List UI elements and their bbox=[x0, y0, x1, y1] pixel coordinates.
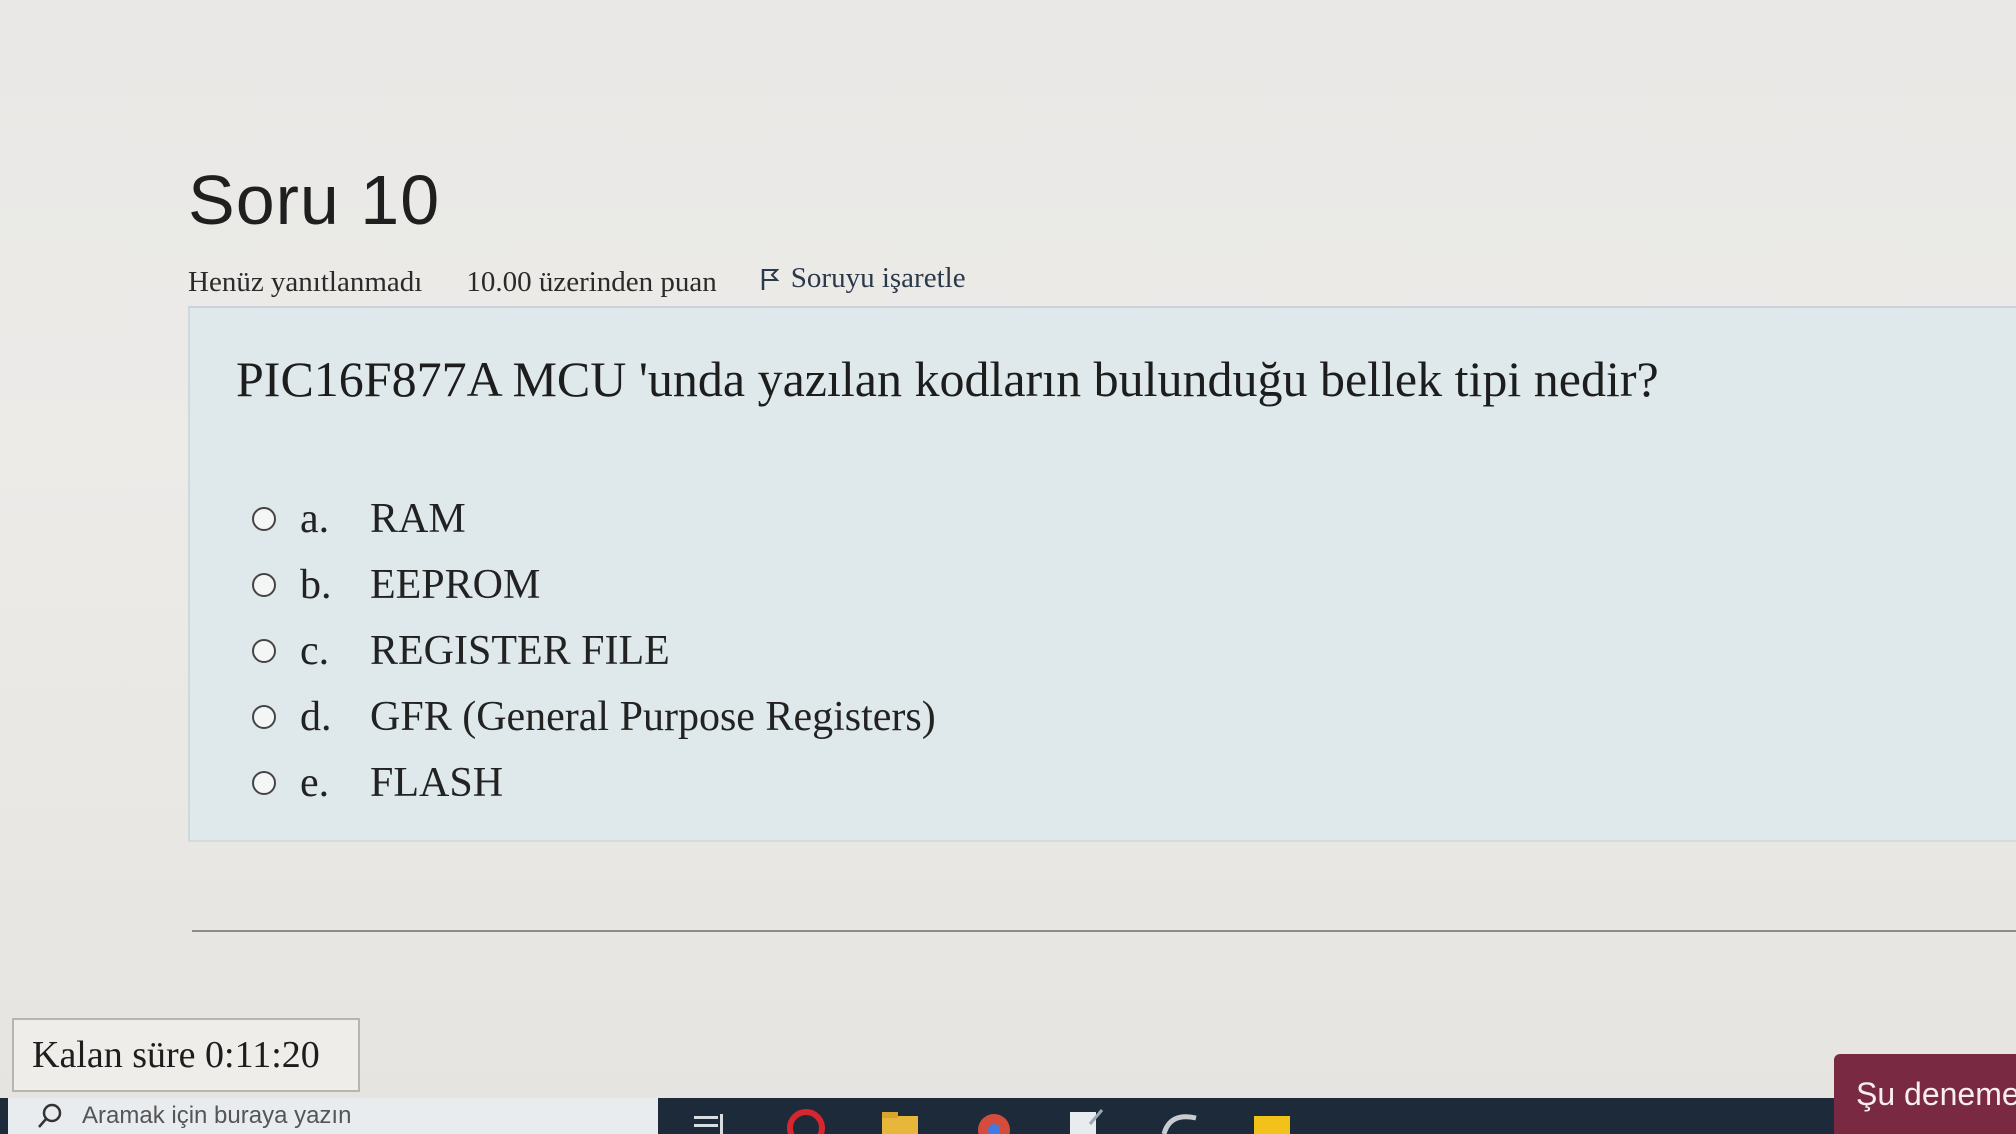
sticky-notes-icon[interactable] bbox=[1252, 1104, 1292, 1134]
answer-letter: e. bbox=[300, 760, 330, 806]
edge-icon[interactable] bbox=[1160, 1104, 1200, 1134]
search-placeholder: Aramak için buraya yazın bbox=[82, 1102, 352, 1129]
file-explorer-icon[interactable] bbox=[880, 1104, 920, 1134]
answer-letter: d. bbox=[300, 694, 332, 740]
windows-taskbar: Aramak için buraya yazın bbox=[0, 1098, 1834, 1134]
answer-label: REGISTER FILE bbox=[370, 628, 670, 674]
answer-list: a. RAM b. EEPROM c. REGISTER FILE d. GFR… bbox=[252, 486, 936, 816]
answer-option-c[interactable]: c. REGISTER FILE bbox=[252, 618, 936, 684]
question-status: Henüz yanıtlanmadı bbox=[188, 265, 423, 298]
notepad-icon[interactable] bbox=[1066, 1104, 1106, 1134]
task-view-icon[interactable] bbox=[690, 1104, 730, 1134]
answer-letter: b. bbox=[300, 562, 332, 608]
radio-button[interactable] bbox=[252, 507, 276, 531]
answer-label: RAM bbox=[370, 496, 466, 542]
answer-letter: c. bbox=[300, 628, 330, 674]
time-remaining: Kalan süre 0:11:20 bbox=[12, 1018, 360, 1092]
radio-button[interactable] bbox=[252, 573, 276, 597]
question-meta: Henüz yanıtlanmadı 10.00 üzerinden puan … bbox=[188, 262, 966, 299]
radio-button[interactable] bbox=[252, 705, 276, 729]
search-icon bbox=[38, 1103, 62, 1128]
answer-letter: a. bbox=[300, 496, 330, 542]
question-box: PIC16F877A MCU 'unda yazılan kodların bu… bbox=[188, 306, 2016, 842]
answer-option-a[interactable]: a. RAM bbox=[252, 486, 936, 552]
answer-label: FLASH bbox=[370, 760, 504, 806]
section-divider bbox=[192, 930, 2016, 932]
attempt-button[interactable]: Şu deneme bbox=[1834, 1054, 2016, 1134]
answer-option-b[interactable]: b. EEPROM bbox=[252, 552, 936, 618]
flag-label: Soruyu işaretle bbox=[790, 262, 966, 294]
answer-label: EEPROM bbox=[370, 562, 541, 608]
taskbar-search-box[interactable]: Aramak için buraya yazın bbox=[8, 1098, 658, 1134]
question-text: PIC16F877A MCU 'unda yazılan kodların bu… bbox=[236, 351, 1659, 407]
question-title: Soru 10 bbox=[188, 161, 441, 239]
answer-option-e[interactable]: e. FLASH bbox=[252, 750, 936, 816]
answer-label: GFR (General Purpose Registers) bbox=[370, 694, 936, 740]
opera-icon[interactable] bbox=[786, 1104, 826, 1134]
radio-button[interactable] bbox=[252, 639, 276, 663]
quiz-page: Soru 10 Henüz yanıtlanmadı 10.00 üzerind… bbox=[0, 0, 2016, 1134]
flag-icon bbox=[761, 268, 779, 290]
answer-option-d[interactable]: d. GFR (General Purpose Registers) bbox=[252, 684, 936, 750]
flag-question-link[interactable]: Soruyu işaretle bbox=[761, 262, 966, 295]
radio-button[interactable] bbox=[252, 771, 276, 795]
chrome-icon[interactable] bbox=[974, 1104, 1014, 1134]
question-points: 10.00 üzerinden puan bbox=[466, 265, 717, 298]
